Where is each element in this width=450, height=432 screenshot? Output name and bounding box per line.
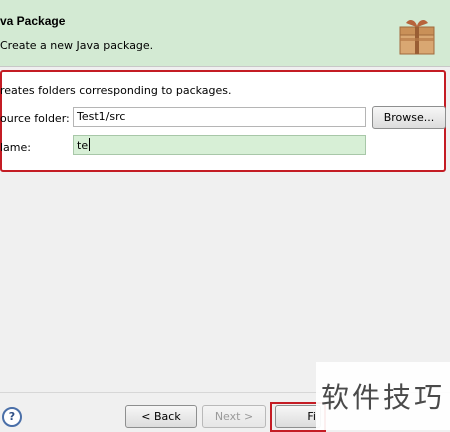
info-message: reates folders corresponding to packages…	[0, 84, 232, 97]
wizard-title: va Package	[0, 14, 66, 28]
source-folder-input[interactable]: Test1/src	[73, 107, 366, 127]
wizard-header: va Package Create a new Java package.	[0, 0, 450, 67]
package-name-value: te	[77, 139, 89, 152]
back-button[interactable]: < Back	[125, 405, 197, 428]
source-folder-value: Test1/src	[77, 110, 126, 123]
browse-button[interactable]: Browse...	[372, 106, 446, 129]
watermark: 软件技巧	[316, 362, 450, 430]
package-name-input[interactable]: te	[73, 135, 366, 155]
name-label: lame:	[0, 141, 31, 154]
next-button[interactable]: Next >	[202, 405, 266, 428]
package-icon	[399, 19, 435, 55]
help-icon[interactable]: ?	[2, 407, 22, 427]
text-caret	[89, 138, 91, 151]
wizard-description: Create a new Java package.	[0, 39, 154, 52]
source-folder-label: ource folder:	[0, 112, 70, 125]
